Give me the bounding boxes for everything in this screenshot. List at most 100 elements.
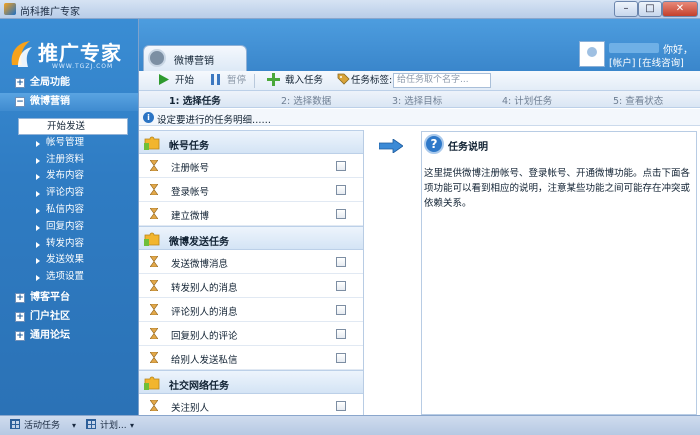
sidebar-item-label: 私信内容	[46, 203, 85, 215]
nav-section-label: 全局功能	[30, 77, 70, 88]
task-checkbox[interactable]	[336, 257, 346, 267]
user-links[interactable]: [帐户] [在线咨询]	[609, 55, 684, 69]
start-button[interactable]: 开始	[175, 73, 194, 89]
sidebar-item-label: 帐号管理	[46, 136, 85, 148]
task-label: 发送微博消息	[171, 259, 229, 270]
hint-bar: i 设定要进行的任务明细……	[139, 109, 700, 126]
window-title: 尚科推广专家	[20, 7, 80, 18]
load-task-button[interactable]: 载入任务	[285, 73, 323, 89]
task-group-social[interactable]: 社交网络任务	[139, 370, 363, 394]
chevron-down-icon[interactable]: ▾	[72, 419, 76, 433]
close-button[interactable]: ✕	[662, 1, 698, 17]
sidebar-item-reply-content[interactable]: 回复内容	[0, 219, 138, 236]
task-group-weibo-send[interactable]: 微博发送任务	[139, 226, 363, 250]
active-tasks-button[interactable]: 活动任务	[24, 419, 60, 433]
user-panel: 你好， [帐户] [在线咨询]	[579, 41, 697, 71]
task-checkbox[interactable]	[336, 185, 346, 195]
hourglass-icon	[150, 256, 158, 267]
sidebar-item-label: 转发内容	[46, 237, 85, 249]
expand-icon: +	[15, 312, 25, 322]
step-schedule-task[interactable]: 4: 计划任务	[502, 93, 552, 107]
task-row[interactable]: 注册帐号	[139, 154, 363, 178]
question-icon: ?	[424, 134, 444, 154]
tab-weibo-marketing[interactable]: 微博营销	[143, 45, 247, 71]
pause-button[interactable]: 暂停	[227, 73, 246, 89]
bullet-icon	[36, 224, 40, 231]
hint-text: 设定要进行的任务明细……	[157, 115, 272, 126]
calendar-icon	[86, 419, 96, 429]
nav-section-forum[interactable]: + 通用论坛	[0, 327, 138, 345]
status-bar: 活动任务 ▾ 计划... ▾	[0, 415, 700, 435]
hourglass-icon	[150, 208, 158, 219]
task-group-label: 社交网络任务	[169, 381, 229, 392]
task-checkbox[interactable]	[336, 209, 346, 219]
step-select-target[interactable]: 3: 选择目标	[392, 93, 442, 107]
task-row[interactable]: 关注别人	[139, 394, 363, 415]
bullet-icon	[36, 140, 40, 147]
arrow-right-icon	[379, 139, 403, 153]
task-checkbox[interactable]	[336, 305, 346, 315]
toolbar: 开始 暂停 载入任务 任务标签: 给任务取个名字...	[139, 71, 700, 91]
sidebar-item-account-manage[interactable]: 帐号管理	[0, 135, 138, 152]
toolbar-separator	[254, 74, 255, 88]
weibo-submenu: 开始发送 帐号管理 注册资料 发布内容 评论内容 私信内容 回复内容 转发内容 …	[0, 118, 138, 286]
step-select-data[interactable]: 2: 选择数据	[281, 93, 331, 107]
sidebar-item-comment-content[interactable]: 评论内容	[0, 185, 138, 202]
plans-button[interactable]: 计划...	[100, 419, 127, 433]
task-row[interactable]: 转发别人的消息	[139, 274, 363, 298]
task-group-account[interactable]: 帐号任务	[139, 130, 363, 154]
nav-section-global[interactable]: + 全局功能	[0, 74, 138, 92]
minimize-button[interactable]: –	[614, 1, 638, 17]
title-bar: 尚科推广专家 – □ ✕	[0, 0, 700, 19]
task-checkbox[interactable]	[336, 353, 346, 363]
description-body: 这里提供微博注册帐号、登录帐号、开通微博功能。点击下面各项功能可以看到相应的说明…	[424, 168, 691, 209]
tab-gear-icon	[148, 49, 166, 67]
task-row[interactable]: 评论别人的消息	[139, 298, 363, 322]
sidebar-item-publish-content[interactable]: 发布内容	[0, 168, 138, 185]
bullet-icon	[36, 174, 40, 181]
sidebar-item-option-settings[interactable]: 选项设置	[0, 269, 138, 286]
collapse-icon: −	[15, 97, 25, 107]
puzzle-icon	[144, 376, 160, 390]
task-label: 给别人发送私信	[171, 355, 238, 366]
step-view-status[interactable]: 5: 查看状态	[613, 93, 663, 107]
play-icon	[159, 74, 169, 85]
task-row[interactable]: 回复别人的评论	[139, 322, 363, 346]
header: 微博营销 你好， [帐户] [在线咨询]	[139, 19, 700, 71]
nav-section-portal[interactable]: + 门户社区	[0, 308, 138, 326]
hourglass-icon	[150, 280, 158, 291]
description-title: 任务说明	[448, 142, 488, 153]
task-row[interactable]: 发送微博消息	[139, 250, 363, 274]
task-row[interactable]: 建立微博	[139, 202, 363, 226]
sidebar-item-label: 注册资料	[46, 153, 85, 165]
task-label: 注册帐号	[171, 163, 210, 174]
task-checkbox[interactable]	[336, 161, 346, 171]
sidebar-item-label: 开始发送	[47, 121, 86, 132]
task-tag-input[interactable]: 给任务取个名字...	[393, 73, 491, 88]
bullet-icon	[36, 207, 40, 214]
bullet-icon	[36, 258, 40, 265]
task-row[interactable]: 登录帐号	[139, 178, 363, 202]
task-checkbox[interactable]	[336, 281, 346, 291]
logo-name: 推广专家	[38, 41, 122, 65]
step-select-task[interactable]: 1: 选择任务	[169, 93, 221, 107]
sidebar-item-private-message[interactable]: 私信内容	[0, 202, 138, 219]
sidebar-item-send-effect[interactable]: 发送效果	[0, 252, 138, 269]
task-checkbox[interactable]	[336, 329, 346, 339]
chevron-down-icon[interactable]: ▾	[130, 419, 134, 433]
task-checkbox[interactable]	[336, 401, 346, 411]
nav-section-label: 门户社区	[30, 311, 70, 322]
nav-section-blog[interactable]: + 博客平台	[0, 289, 138, 307]
nav-section-weibo[interactable]: − 微博营销	[0, 93, 138, 111]
task-row[interactable]: 给别人发送私信	[139, 346, 363, 370]
logo: 推广专家 WWW.TGZJ.COM	[8, 35, 128, 75]
task-label: 回复别人的评论	[171, 331, 238, 342]
sidebar-item-register-info[interactable]: 注册资料	[0, 152, 138, 169]
logo-mark-icon	[11, 41, 32, 67]
expand-icon: +	[15, 331, 25, 341]
nav-section-label: 微博营销	[30, 96, 70, 107]
sidebar-item-label: 发布内容	[46, 170, 85, 182]
sidebar-item-start-send[interactable]: 开始发送	[18, 118, 128, 135]
sidebar-item-forward-content[interactable]: 转发内容	[0, 236, 138, 253]
maximize-button[interactable]: □	[638, 1, 662, 17]
